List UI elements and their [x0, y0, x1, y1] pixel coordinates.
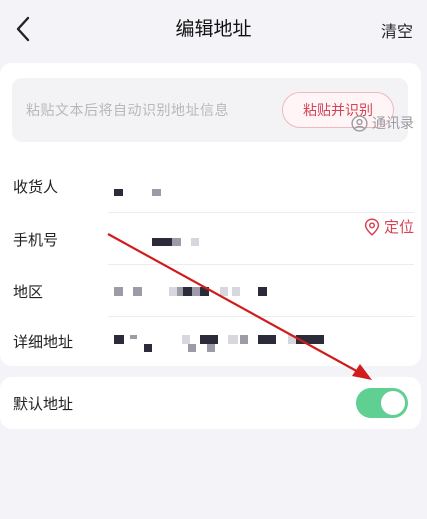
phone-input[interactable]	[108, 220, 318, 260]
nav-bar: 编辑地址 清空	[0, 0, 427, 58]
clear-button[interactable]: 清空	[381, 18, 413, 42]
redacted-text	[152, 189, 161, 196]
redacted-text	[207, 344, 215, 352]
divider	[108, 212, 414, 213]
redacted-text	[152, 238, 172, 246]
redacted-text	[192, 287, 200, 296]
receiver-input[interactable]	[108, 168, 318, 208]
default-address-card: 默认地址	[0, 377, 421, 429]
contacts-button[interactable]: 通讯录	[351, 113, 414, 133]
redacted-text	[296, 335, 324, 344]
contacts-icon	[351, 114, 368, 132]
location-pin-icon	[364, 217, 380, 236]
region-selector[interactable]	[108, 272, 338, 312]
detail-address-label: 详细地址	[13, 333, 74, 351]
region-label: 地区	[13, 283, 44, 301]
receiver-label: 收货人	[13, 178, 59, 196]
redacted-text	[288, 335, 296, 344]
redacted-text	[144, 344, 152, 352]
contacts-label: 通讯录	[372, 116, 414, 132]
redacted-text	[191, 238, 199, 246]
page-title: 编辑地址	[175, 18, 252, 40]
address-form-card: 粘贴文本后将自动识别地址信息 粘贴并识别	[0, 63, 421, 366]
redacted-text	[172, 238, 181, 246]
redacted-text	[232, 287, 240, 296]
redacted-text	[220, 287, 228, 296]
redacted-text	[114, 189, 123, 196]
default-address-toggle[interactable]	[356, 388, 408, 418]
default-address-label: 默认地址	[13, 395, 74, 413]
redacted-text	[200, 335, 218, 344]
divider	[108, 264, 414, 265]
redacted-text	[188, 344, 196, 352]
edit-address-page: 编辑地址 清空 粘贴文本后将自动识别地址信息 粘贴并识别 收货人 通讯录 手机号…	[0, 0, 427, 519]
redacted-text	[130, 335, 137, 339]
paste-placeholder: 粘贴文本后将自动识别地址信息	[26, 103, 229, 119]
redacted-text	[228, 335, 238, 344]
divider	[108, 316, 414, 317]
locate-button[interactable]: 定位	[364, 216, 414, 237]
redacted-text	[200, 287, 209, 296]
redacted-text	[114, 287, 123, 296]
redacted-text	[169, 287, 177, 296]
locate-label: 定位	[383, 218, 414, 236]
redacted-text	[258, 287, 267, 296]
redacted-text	[114, 335, 124, 344]
detail-address-input[interactable]	[108, 322, 338, 362]
redacted-text	[258, 335, 276, 344]
redacted-text	[182, 335, 190, 344]
redacted-text	[240, 335, 248, 344]
paste-recognize-area[interactable]: 粘贴文本后将自动识别地址信息 粘贴并识别	[12, 78, 408, 142]
phone-label: 手机号	[13, 231, 59, 249]
redacted-text	[183, 287, 192, 296]
toggle-knob	[381, 391, 405, 415]
redacted-text	[133, 287, 142, 296]
